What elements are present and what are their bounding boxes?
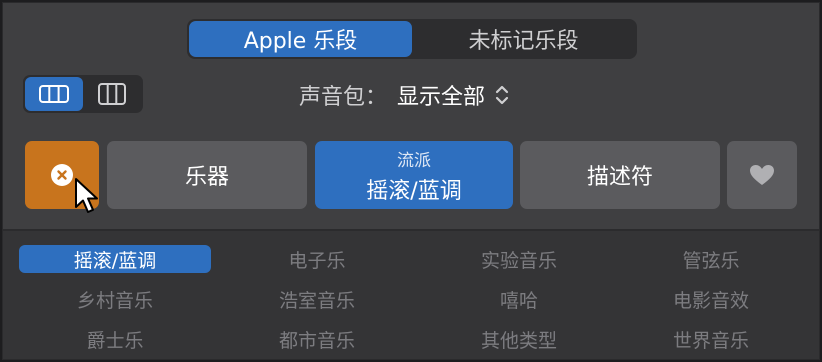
genre-keyword-house[interactable]: 浩室音乐 xyxy=(221,285,413,313)
genre-keyword-cinematic[interactable]: 电影音效 xyxy=(615,285,807,313)
genre-keyword-jazz[interactable]: 爵士乐 xyxy=(19,325,211,353)
genre-keyword-urban[interactable]: 都市音乐 xyxy=(221,325,413,353)
mouse-pointer-icon xyxy=(75,178,98,213)
apple-loops-tab[interactable]: Apple 乐段 xyxy=(189,21,412,57)
close-circle-icon xyxy=(51,164,73,186)
genre-keyword-hip-hop[interactable]: 嘻哈 xyxy=(423,285,615,313)
column-view-icon xyxy=(98,83,126,105)
list-view-button[interactable] xyxy=(25,77,83,111)
genre-keyword-grid: 摇滚/蓝调 电子乐 实验音乐 管弦乐 乡村音乐 浩室音乐 嘻哈 电影音效 爵士乐… xyxy=(3,231,819,359)
favorites-button[interactable] xyxy=(727,141,797,209)
loop-browser-panel: Apple 乐段 未标记乐段 声音包： 显示全部 乐器 流派 摇滚/蓝调 描述符… xyxy=(2,2,820,360)
up-down-chevron-icon xyxy=(495,85,509,105)
genre-filter-button[interactable]: 流派 摇滚/蓝调 xyxy=(315,141,513,209)
genre-keyword-other[interactable]: 其他类型 xyxy=(423,325,615,353)
instrument-filter-button[interactable]: 乐器 xyxy=(107,141,307,209)
view-mode-toggle xyxy=(23,75,143,113)
genre-filter-value: 摇滚/蓝调 xyxy=(366,178,462,204)
heart-icon xyxy=(750,165,774,185)
genre-keyword-rock-blues[interactable]: 摇滚/蓝调 xyxy=(19,245,211,273)
untagged-loops-tab[interactable]: 未标记乐段 xyxy=(412,21,635,57)
instrument-filter-label: 乐器 xyxy=(184,165,229,190)
button-view-icon xyxy=(39,85,69,103)
sound-pack-label: 声音包： xyxy=(299,85,388,110)
loop-source-segmented-control: Apple 乐段 未标记乐段 xyxy=(187,19,637,59)
genre-keyword-orchestral[interactable]: 管弦乐 xyxy=(615,245,807,273)
descriptor-filter-button[interactable]: 描述符 xyxy=(520,141,720,209)
genre-keyword-country[interactable]: 乡村音乐 xyxy=(19,285,211,313)
descriptor-filter-label: 描述符 xyxy=(586,165,653,190)
column-view-button[interactable] xyxy=(83,77,141,111)
genre-keyword-experimental[interactable]: 实验音乐 xyxy=(423,245,615,273)
sound-pack-value: 显示全部 xyxy=(397,85,486,110)
sound-pack-selector[interactable]: 声音包： 显示全部 xyxy=(299,79,509,111)
genre-keyword-electronic[interactable]: 电子乐 xyxy=(221,245,413,273)
genre-filter-category: 流派 xyxy=(397,150,431,171)
genre-keyword-world[interactable]: 世界音乐 xyxy=(615,325,807,353)
